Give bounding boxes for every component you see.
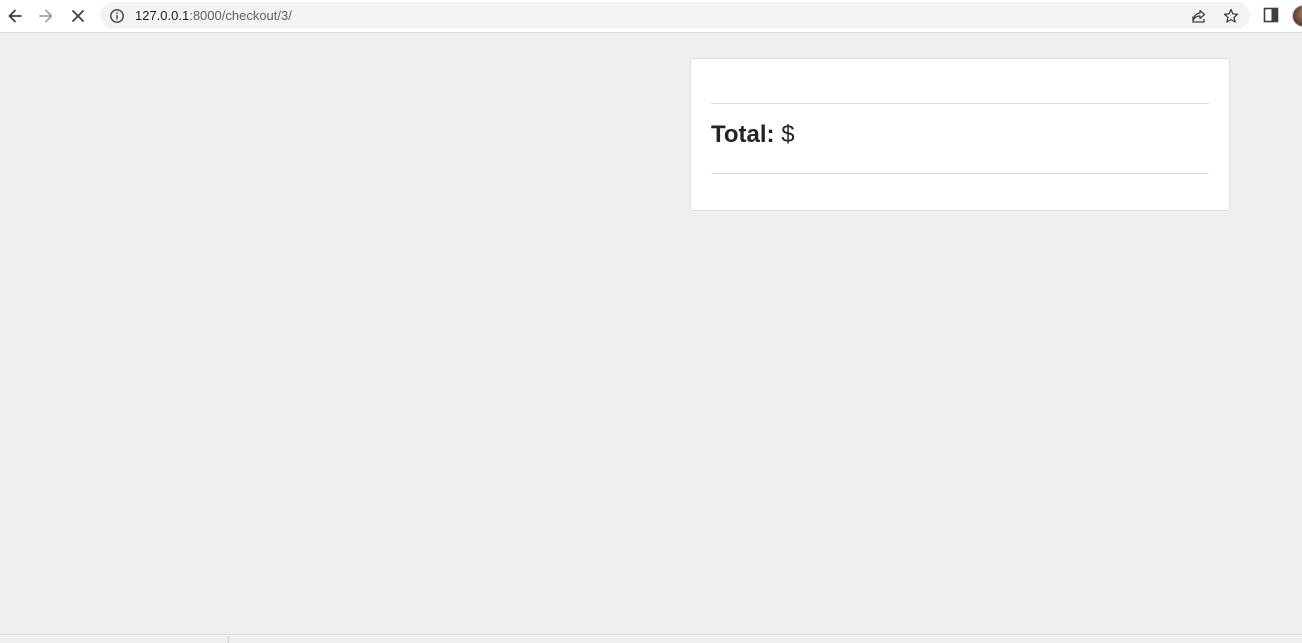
total-label: Total: [711,121,775,148]
url-path: :8000/checkout/3/ [189,8,292,23]
address-bar[interactable]: 127.0.0.1:8000/checkout/3/ [100,2,1250,29]
side-panel-icon[interactable] [1262,6,1280,24]
info-icon[interactable] [109,8,125,24]
share-icon[interactable] [1190,7,1208,25]
browser-toolbar: 127.0.0.1:8000/checkout/3/ [0,0,1302,33]
currency-symbol: $ [781,121,795,148]
star-icon[interactable] [1222,7,1240,25]
status-bar-marker [228,636,229,643]
forward-button[interactable] [34,4,58,28]
url-text[interactable]: 127.0.0.1:8000/checkout/3/ [135,8,292,24]
arrow-left-icon [8,9,22,23]
arrow-right-icon [39,9,53,23]
back-button[interactable] [3,4,27,28]
order-total: Total: $ [711,120,795,150]
stop-loading-button[interactable] [66,4,90,28]
url-host: 127.0.0.1 [135,8,190,23]
close-icon [72,10,84,22]
status-bar-divider [0,634,1302,635]
order-summary-card: Total: $ [690,58,1230,211]
avatar[interactable] [1292,5,1302,27]
divider [711,173,1209,174]
divider [711,103,1209,104]
